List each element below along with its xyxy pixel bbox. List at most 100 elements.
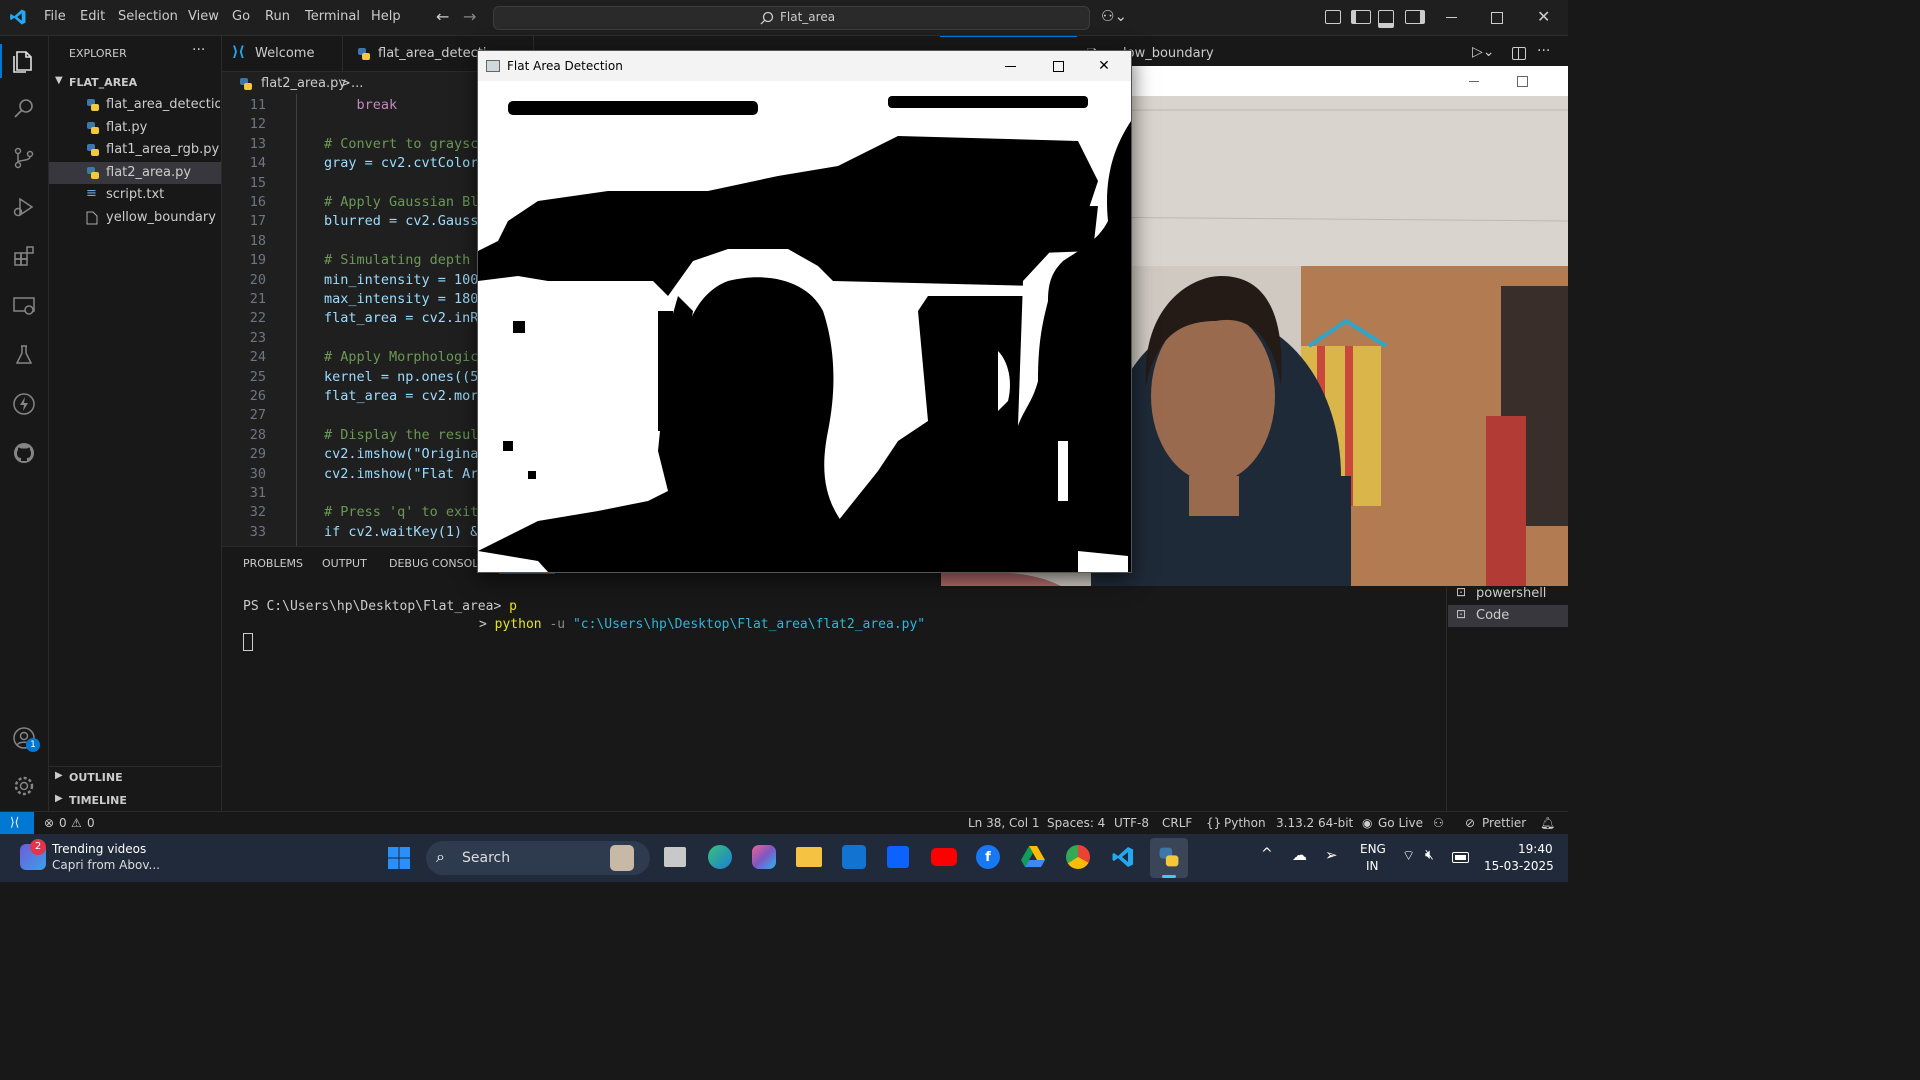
vscode-taskbar-icon[interactable] (1111, 845, 1135, 869)
breadcrumb-file[interactable]: flat2_area.py (261, 76, 346, 91)
task-view-icon[interactable] (664, 847, 686, 867)
clock-date[interactable]: 15-03-2025 (1484, 859, 1554, 873)
wifi-icon[interactable]: ⌔ (1402, 847, 1415, 865)
file-item-script-txt[interactable]: ≡ script.txt (49, 184, 221, 206)
terminal-item-powershell[interactable]: ⊡ powershell (1448, 583, 1568, 605)
edge-browser-icon[interactable] (708, 845, 732, 869)
maximize-icon[interactable] (1517, 76, 1528, 87)
minimize-icon[interactable] (1446, 17, 1457, 18)
minimize-button[interactable] (987, 51, 1033, 81)
flat-area-detection-window[interactable]: Flat Area Detection ✕ (477, 50, 1132, 573)
more-actions-icon[interactable]: ··· (192, 42, 205, 58)
widgets-title[interactable]: Trending videos (52, 842, 146, 856)
youtube-icon[interactable] (931, 848, 957, 866)
run-file-icon[interactable]: ▷⌄ (1472, 44, 1495, 60)
file-explorer-icon[interactable] (796, 847, 822, 867)
battery-icon[interactable] (1452, 852, 1469, 863)
notifications-bell-icon[interactable]: 🔔︎ (1540, 816, 1555, 830)
menu-help[interactable]: Help (371, 9, 401, 24)
remote-explorer-icon[interactable] (12, 294, 36, 318)
file-item-flat2-area[interactable]: flat2_area.py (49, 162, 221, 184)
folder-flat-area[interactable]: ▼ FLAT_AREA (49, 72, 221, 94)
facebook-icon[interactable]: f (976, 845, 1000, 869)
chevron-up-icon[interactable]: ^ (1261, 846, 1273, 862)
line-number: 14 (249, 155, 266, 172)
command-center-search[interactable]: Flat_area (493, 6, 1090, 30)
settings-gear-icon[interactable] (12, 774, 36, 798)
outlook-icon[interactable] (842, 845, 866, 869)
file-item-flat[interactable]: flat.py (49, 117, 221, 139)
cursor-position[interactable]: Ln 38, Col 1 (968, 816, 1040, 830)
file-item-flat-area-detection[interactable]: flat_area_detectio... (49, 94, 221, 116)
tab-problems[interactable]: PROBLEMS (243, 557, 303, 570)
tab-debug-console[interactable]: DEBUG CONSOLE (389, 557, 485, 570)
split-editor-icon[interactable] (1512, 47, 1526, 60)
menu-edit[interactable]: Edit (80, 9, 105, 24)
forward-arrow-icon[interactable]: → (463, 7, 476, 26)
minimize-icon[interactable] (1469, 81, 1479, 82)
windows-start-icon[interactable] (387, 846, 411, 870)
restore-icon[interactable] (1491, 12, 1503, 24)
remote-indicator-button[interactable]: ⟩⟨ (0, 812, 34, 834)
input-language[interactable]: ENG (1360, 842, 1386, 856)
menu-file[interactable]: File (44, 9, 66, 24)
close-icon[interactable]: ✕ (1537, 7, 1550, 26)
breadcrumb-more[interactable]: ... (351, 76, 363, 91)
github-icon[interactable] (12, 441, 36, 465)
google-drive-icon[interactable] (1021, 846, 1045, 868)
testing-icon[interactable] (12, 343, 36, 367)
taskbar-search-box[interactable]: ⌕ Search (426, 841, 650, 875)
error-count[interactable]: 0 (59, 816, 67, 830)
menu-go[interactable]: Go (232, 9, 250, 24)
outline-section[interactable]: ▶ OUTLINE (49, 767, 221, 789)
volume-muted-icon[interactable]: 🔇︎ (1425, 847, 1434, 863)
menu-terminal[interactable]: Terminal (305, 9, 360, 24)
end-of-line[interactable]: CRLF (1162, 816, 1192, 830)
warning-icon[interactable]: ⚠ (71, 816, 82, 830)
input-region[interactable]: IN (1366, 859, 1379, 873)
indentation[interactable]: Spaces: 4 (1047, 816, 1105, 830)
extensions-icon[interactable] (12, 244, 36, 268)
copilot-icon[interactable]: ⚇⌄ (1101, 7, 1127, 25)
file-item-yellow-boundary[interactable]: yellow_boundary (49, 207, 221, 229)
fad-window-titlebar[interactable]: Flat Area Detection ✕ (478, 51, 1131, 81)
toggle-secondary-sidebar-icon[interactable] (1405, 10, 1425, 24)
chrome-icon[interactable] (1066, 845, 1090, 869)
python-interpreter[interactable]: 3.13.2 64-bit (1276, 816, 1353, 830)
thunder-client-icon[interactable] (12, 392, 36, 416)
go-live-button[interactable]: Go Live (1378, 816, 1423, 830)
onedrive-cloud-icon[interactable]: ☁ (1292, 846, 1307, 864)
copilot-app-icon[interactable] (752, 845, 776, 869)
copilot-icon[interactable]: ⚇ (1433, 816, 1444, 830)
back-arrow-icon[interactable]: ← (436, 7, 449, 26)
warning-count[interactable]: 0 (87, 816, 95, 830)
send-icon[interactable]: ➢ (1325, 846, 1338, 864)
python-window-taskbar-button[interactable] (1150, 838, 1188, 878)
timeline-section[interactable]: ▶ TIMELINE (49, 790, 221, 812)
error-icon[interactable]: ⊗ (44, 816, 54, 830)
toggle-sidebar-icon[interactable] (1351, 10, 1371, 24)
menu-run[interactable]: Run (265, 9, 290, 24)
prettier-button[interactable]: Prettier (1482, 816, 1526, 830)
source-control-icon[interactable] (12, 146, 36, 170)
clock-time[interactable]: 19:40 (1518, 842, 1553, 856)
menu-selection[interactable]: Selection (118, 9, 178, 24)
file-item-flat1-area-rgb[interactable]: flat1_area_rgb.py (49, 139, 221, 161)
menu-view[interactable]: View (188, 9, 219, 24)
language-mode[interactable]: Python (1224, 816, 1266, 830)
more-actions-icon[interactable]: ··· (1537, 43, 1550, 59)
close-button[interactable]: ✕ (1081, 51, 1127, 81)
dropbox-icon[interactable] (887, 846, 909, 868)
search-icon[interactable] (12, 97, 36, 121)
explorer-icon[interactable] (12, 49, 36, 73)
customize-layout-icon[interactable] (1325, 10, 1341, 24)
terminal-item-code[interactable]: ⊡ Code (1448, 605, 1568, 627)
tab-output[interactable]: OUTPUT (322, 557, 367, 570)
tab-welcome[interactable]: ⟩⟨ Welcome (222, 36, 343, 71)
toggle-panel-icon[interactable] (1378, 10, 1394, 28)
widgets-subtitle[interactable]: Capri from Abov... (52, 858, 160, 872)
run-debug-icon[interactable] (12, 195, 36, 219)
maximize-button[interactable] (1034, 51, 1080, 81)
flat-area-mask-image (478, 81, 1131, 572)
encoding[interactable]: UTF-8 (1114, 816, 1149, 830)
